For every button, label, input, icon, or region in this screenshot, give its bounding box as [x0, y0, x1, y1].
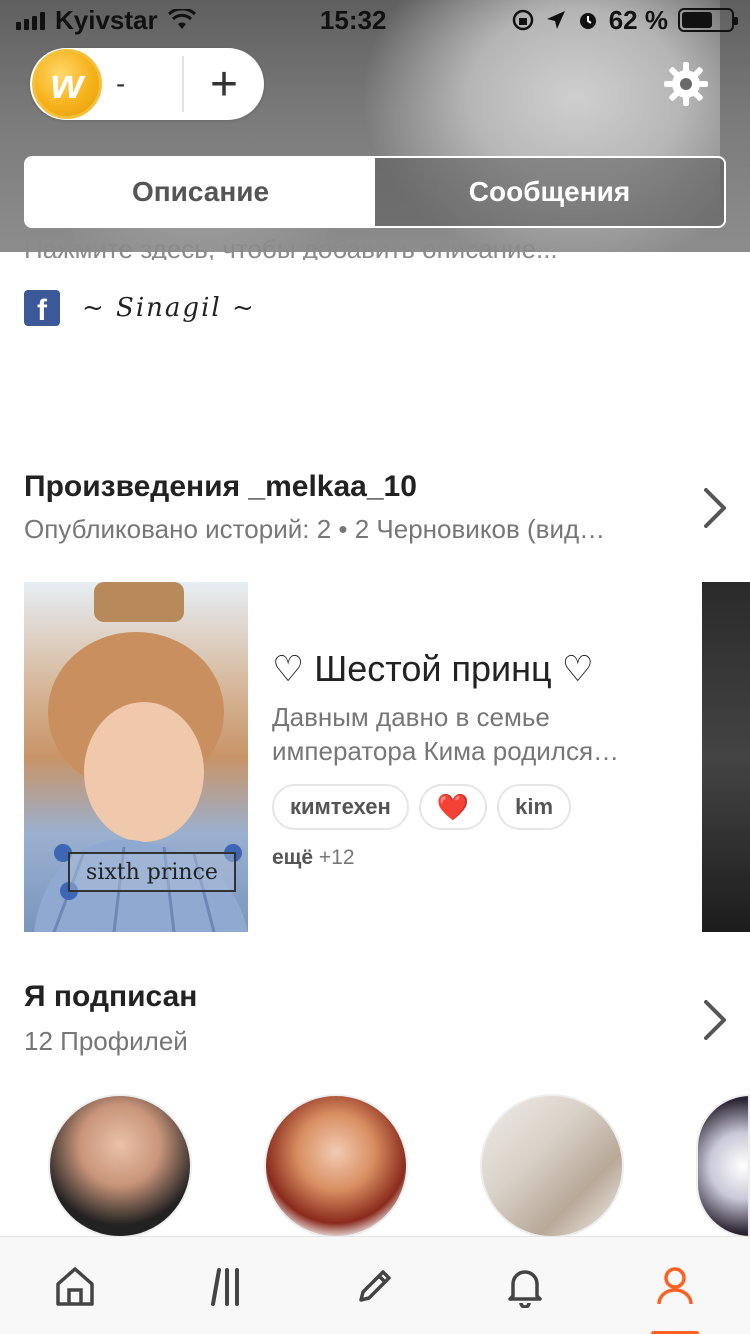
- following-subtitle: 12 Профилей: [24, 1026, 188, 1056]
- tag-chip[interactable]: кимтехен: [272, 784, 409, 830]
- clock: 15:32: [319, 4, 387, 35]
- more-tags-link[interactable]: ещё +12: [272, 846, 355, 870]
- location-icon: [546, 11, 565, 29]
- following-title[interactable]: Я подписан: [24, 980, 197, 1014]
- add-coins-button[interactable]: +: [184, 57, 264, 112]
- tab-notifications[interactable]: [485, 1246, 565, 1326]
- more-tags-label: ещё: [272, 846, 314, 869]
- write-icon: [359, 1269, 391, 1302]
- alarm-icon: [579, 13, 596, 29]
- avatar[interactable]: [48, 1094, 192, 1238]
- signal-icon: [16, 10, 45, 30]
- profile-icon: [657, 1266, 693, 1304]
- notifications-icon: [508, 1269, 542, 1308]
- avatar[interactable]: [264, 1094, 408, 1238]
- battery-level: [681, 12, 712, 28]
- story-tags: кимтехен ❤️ kim: [272, 784, 572, 830]
- facebook-icon: f: [24, 290, 60, 326]
- about-description[interactable]: Нажмите здесь, чтобы добавить описание..…: [24, 232, 744, 260]
- gear-icon[interactable]: [662, 60, 710, 108]
- avatar[interactable]: [480, 1094, 624, 1238]
- chevron-right-icon[interactable]: [700, 998, 730, 1042]
- bottom-tab-bar: [0, 1236, 750, 1334]
- tag-chip[interactable]: kim: [497, 784, 572, 830]
- rotation-lock-icon: [512, 9, 533, 31]
- cover-caption: sixth prince: [68, 852, 236, 892]
- tab-about[interactable]: Описание: [26, 158, 375, 226]
- tab-profile[interactable]: [635, 1246, 715, 1334]
- works-title[interactable]: Произведения _melkaa_10: [24, 470, 417, 504]
- profile-header: Kyivstar 15:32 62 % w - + Описание Сообщ…: [0, 0, 750, 252]
- story-description: Давным давно в семье императора Кима род…: [272, 702, 620, 766]
- facebook-name: ~ Sinagil ~: [82, 293, 256, 323]
- facebook-link[interactable]: f ~ Sinagil ~: [24, 290, 256, 326]
- story-title[interactable]: ♡ Шестой принц ♡: [272, 648, 594, 690]
- works-subtitle: Опубликовано историй: 2 • 2 Черновиков (…: [24, 514, 606, 544]
- status-bar: Kyivstar 15:32 62 %: [0, 0, 750, 40]
- coin-count: -: [116, 68, 126, 99]
- wattpad-coin-icon: w: [32, 49, 102, 119]
- story-cover[interactable]: sixth prince: [24, 582, 248, 932]
- chevron-right-icon[interactable]: [700, 486, 730, 530]
- tab-library[interactable]: [185, 1246, 265, 1326]
- tag-chip[interactable]: ❤️: [418, 784, 488, 830]
- carrier-label: Kyivstar: [55, 4, 158, 35]
- tab-write[interactable]: [335, 1246, 415, 1326]
- profile-tabs: Описание Сообщения: [24, 156, 726, 228]
- story-cover-next[interactable]: [702, 582, 750, 932]
- more-tags-count: +12: [318, 846, 355, 869]
- tab-messages[interactable]: Сообщения: [375, 158, 724, 226]
- avatar[interactable]: [696, 1094, 750, 1238]
- library-icon: [211, 1267, 239, 1306]
- tab-home[interactable]: [35, 1246, 115, 1326]
- coins-widget[interactable]: w - +: [30, 48, 264, 120]
- wifi-icon: [167, 9, 196, 29]
- battery-percent: 62 %: [608, 4, 668, 35]
- home-icon: [56, 1266, 94, 1306]
- battery-icon: [677, 8, 738, 32]
